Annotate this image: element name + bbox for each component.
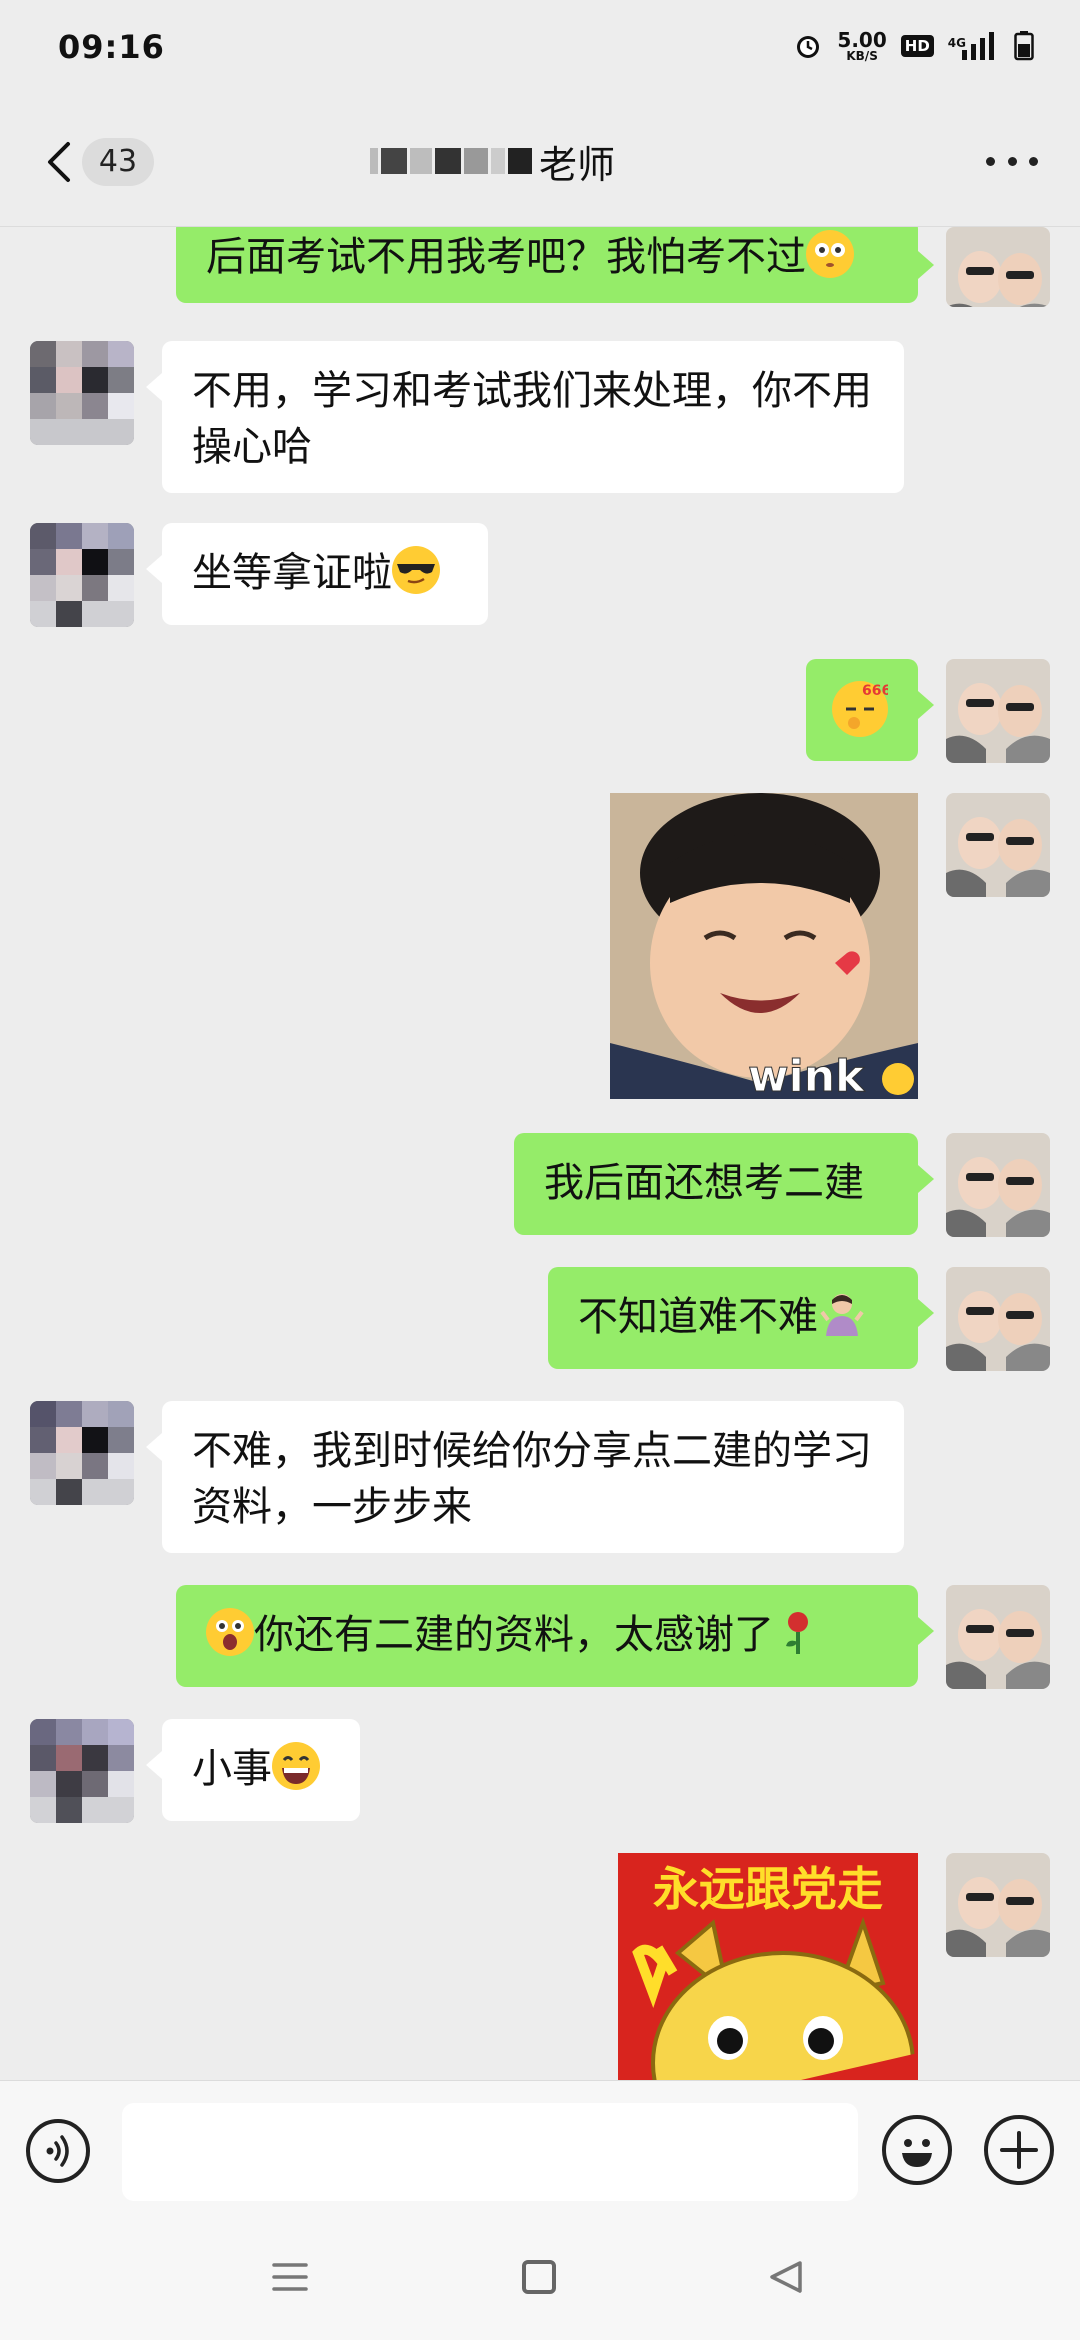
sticker-caption: wink	[748, 1051, 866, 1099]
contact-avatar[interactable]	[30, 523, 134, 627]
recent-apps-icon[interactable]	[272, 2262, 308, 2292]
redacted-name	[370, 148, 378, 174]
unread-count-badge[interactable]: 43	[82, 138, 154, 186]
title-text: 老师	[539, 142, 616, 187]
outgoing-message-bubble[interactable]: 666	[806, 659, 934, 761]
my-avatar[interactable]	[946, 1585, 1050, 1689]
outgoing-message-bubble[interactable]: 后面考试不用我考吧？我怕考不过	[176, 227, 934, 303]
my-avatar[interactable]	[946, 1267, 1050, 1371]
my-avatar[interactable]	[946, 1853, 1050, 1957]
status-time: 09:16	[58, 28, 165, 66]
alarm-icon	[797, 36, 820, 58]
redacted-block	[464, 148, 488, 174]
emoji-button[interactable]	[882, 2115, 952, 2185]
contact-avatar[interactable]	[30, 1719, 134, 1823]
outgoing-message-bubble[interactable]: 你还有二建的资料，太感谢了	[176, 1585, 934, 1687]
doge-sticker[interactable]: 永远跟党走	[618, 1853, 918, 2080]
more-functions-button[interactable]	[984, 2115, 1054, 2185]
back-triangle-icon[interactable]	[766, 2260, 806, 2294]
signal-icon: 4G	[948, 32, 1000, 60]
sunglasses-face-icon	[392, 546, 440, 594]
smiley-icon	[902, 2139, 932, 2167]
my-avatar[interactable]	[946, 659, 1050, 763]
contact-avatar[interactable]	[30, 1401, 134, 1505]
grinning-face-icon	[272, 1742, 320, 1790]
baby-wink-sticker[interactable]: wink	[610, 793, 918, 1099]
hd-badge: HD	[900, 35, 934, 57]
redacted-block	[491, 148, 505, 174]
redacted-block	[435, 148, 461, 174]
incoming-message-bubble[interactable]: 不用，学习和考试我们来处理，你不用操心哈	[146, 341, 904, 493]
network-type: 4G	[947, 36, 966, 50]
outgoing-message-bubble[interactable]: 不知道难不难	[548, 1267, 934, 1369]
status-bar: 09:16 5.00 KB/S HD 4G	[0, 0, 1080, 96]
outgoing-message-bubble[interactable]: 我后面还想考二建	[514, 1133, 934, 1235]
incoming-message-bubble[interactable]: 小事	[146, 1719, 360, 1821]
home-icon[interactable]	[522, 2260, 556, 2294]
svg-text:666: 666	[862, 683, 888, 699]
status-icons: 5.00 KB/S HD 4G	[793, 30, 1034, 62]
plus-icon	[1000, 2131, 1038, 2169]
surprised-face-icon	[206, 1608, 254, 1656]
network-speed: 5.00 KB/S	[837, 28, 887, 63]
flushed-face-icon	[806, 230, 854, 278]
incoming-message-bubble[interactable]: 不难，我到时候给你分享点二建的学习资料，一步步来	[146, 1401, 904, 1553]
sticker-caption: 永远跟党走	[653, 1862, 883, 1916]
redacted-block	[508, 148, 532, 174]
chat-title: 老师	[370, 134, 615, 188]
input-bar	[0, 2080, 1080, 2221]
my-avatar[interactable]	[946, 793, 1050, 897]
voice-input-button[interactable]	[26, 2119, 90, 2183]
666-thinking-face-icon: 666	[832, 681, 891, 737]
my-avatar[interactable]	[946, 227, 1050, 307]
chat-messages[interactable]: 后面考试不用我考吧？我怕考不过 不用，学习和考试我们来处理，你不用操心哈 坐等拿…	[0, 227, 1080, 2080]
contact-avatar[interactable]	[30, 341, 134, 445]
voice-icon	[46, 2135, 69, 2167]
shrug-person-icon	[818, 1290, 866, 1338]
more-options-button[interactable]	[986, 154, 1038, 168]
rose-icon	[774, 1608, 822, 1656]
redacted-block	[410, 148, 432, 174]
my-avatar[interactable]	[946, 1133, 1050, 1237]
system-navigation-bar	[0, 2220, 1080, 2340]
incoming-message-bubble[interactable]: 坐等拿证啦	[146, 523, 488, 625]
back-arrow-icon[interactable]	[40, 138, 80, 186]
redacted-block	[381, 148, 407, 174]
chat-header: 43 老师	[0, 96, 1080, 227]
battery-icon	[1014, 31, 1034, 61]
message-input[interactable]	[122, 2103, 858, 2201]
